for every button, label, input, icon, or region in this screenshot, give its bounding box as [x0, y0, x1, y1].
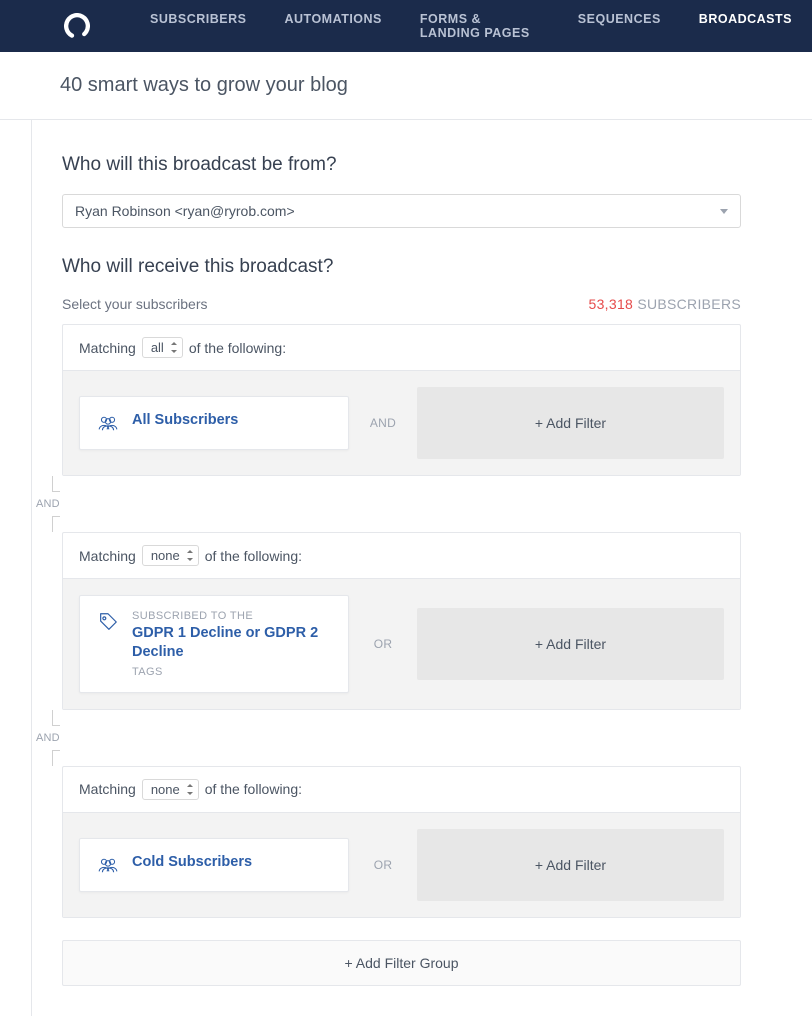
from-select-value: Ryan Robinson <ryan@ryrob.com>	[75, 203, 295, 219]
match-mode-select[interactable]: all	[142, 337, 183, 358]
filter-group-header: Matching none of the following:	[63, 533, 740, 579]
people-icon	[96, 411, 120, 435]
matching-suffix: of the following:	[205, 781, 302, 797]
filter-title: All Subscribers	[132, 411, 238, 430]
filter-group: Matching all of the following: All Subscrib…	[62, 324, 741, 476]
add-filter-button[interactable]: + Add Filter	[417, 387, 724, 459]
subscriber-count: 53,318	[589, 296, 634, 312]
filter-group-header: Matching all of the following:	[63, 325, 740, 371]
chevron-down-icon	[720, 209, 728, 214]
filter-card[interactable]: SUBSCRIBED TO THE GDPR 1 Decline or GDPR …	[79, 595, 349, 693]
page-title: 40 smart ways to grow your blog	[0, 52, 812, 120]
receive-subrow: Select your subscribers 53,318 SUBSCRIBE…	[62, 296, 741, 312]
group-connector-label: AND	[36, 498, 60, 510]
nav-item-broadcasts[interactable]: BROADCASTS	[699, 12, 792, 40]
matching-prefix: Matching	[79, 340, 136, 356]
from-heading: Who will this broadcast be from?	[62, 154, 741, 176]
add-filter-group-button[interactable]: + Add Filter Group	[62, 940, 741, 986]
group-connector-label: AND	[36, 732, 60, 744]
filter-group-body: SUBSCRIBED TO THE GDPR 1 Decline or GDPR …	[63, 579, 740, 709]
matching-prefix: Matching	[79, 781, 136, 797]
logo	[62, 11, 92, 41]
receive-heading: Who will receive this broadcast?	[62, 256, 741, 278]
filter-title: Cold Subscribers	[132, 853, 252, 872]
from-select[interactable]: Ryan Robinson <ryan@ryrob.com>	[62, 194, 741, 228]
filter-group: Matching none of the following: Cold Subscr…	[62, 766, 741, 918]
filter-card[interactable]: All Subscribers	[79, 396, 349, 450]
nav-item-sequences[interactable]: SEQUENCES	[578, 12, 661, 40]
group-connector: AND	[44, 710, 741, 766]
match-mode-select[interactable]: none	[142, 545, 199, 566]
filter-under: TAGS	[132, 666, 332, 678]
inline-joiner: OR	[365, 858, 401, 872]
receive-subheading: Select your subscribers	[62, 296, 208, 312]
top-navbar: SUBSCRIBERS AUTOMATIONS FORMS & LANDING PA…	[0, 0, 812, 52]
add-filter-button[interactable]: + Add Filter	[417, 829, 724, 901]
filter-group-body: Cold Subscribers OR + Add Filter	[63, 813, 740, 917]
filter-title: GDPR 1 Decline or GDPR 2 Decline	[132, 624, 332, 662]
matching-suffix: of the following:	[205, 548, 302, 564]
matching-prefix: Matching	[79, 548, 136, 564]
filter-group-header: Matching none of the following:	[63, 767, 740, 813]
tag-icon	[96, 610, 120, 634]
subscriber-suffix: SUBSCRIBERS	[637, 296, 741, 312]
add-filter-button[interactable]: + Add Filter	[417, 608, 724, 680]
nav-item-subscribers[interactable]: SUBSCRIBERS	[150, 12, 247, 40]
filter-overline: SUBSCRIBED TO THE	[132, 610, 332, 622]
matching-suffix: of the following:	[189, 340, 286, 356]
nav-item-forms-landing-pages[interactable]: FORMS & LANDING PAGES	[420, 12, 540, 40]
subscriber-count-wrap: 53,318 SUBSCRIBERS	[589, 296, 742, 312]
nav: SUBSCRIBERS AUTOMATIONS FORMS & LANDING PA…	[150, 12, 792, 40]
filter-group-body: All Subscribers AND + Add Filter	[63, 371, 740, 475]
inline-joiner: OR	[365, 637, 401, 651]
group-connector: AND	[44, 476, 741, 532]
people-icon	[96, 853, 120, 877]
inline-joiner: AND	[365, 416, 401, 430]
filter-card[interactable]: Cold Subscribers	[79, 838, 349, 892]
filter-group: Matching none of the following: SUBSCRIBED …	[62, 532, 741, 710]
match-mode-select[interactable]: none	[142, 779, 199, 800]
nav-item-automations[interactable]: AUTOMATIONS	[285, 12, 382, 40]
